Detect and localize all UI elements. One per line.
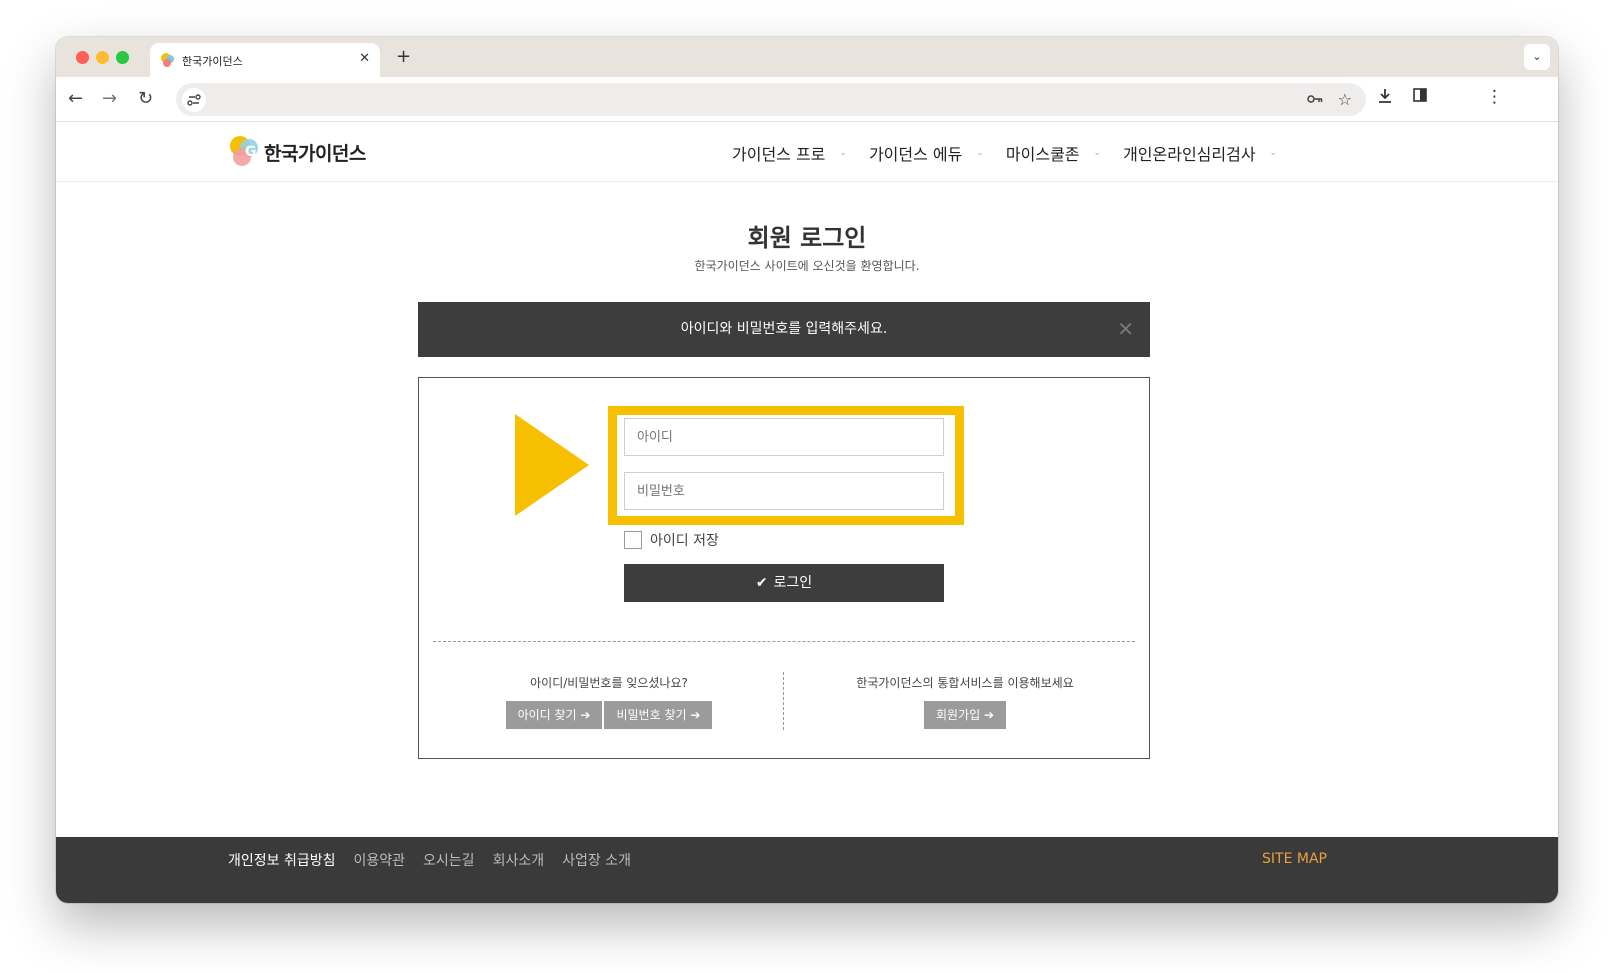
login-button[interactable]: ✔ 로그인: [624, 564, 944, 602]
remember-id-label: 아이디 저장: [650, 533, 719, 549]
menu-icon[interactable]: ⋮: [1486, 87, 1503, 107]
id-input[interactable]: [624, 418, 944, 456]
page-title: 회원 로그인: [747, 224, 867, 252]
find-account-section: 아이디/비밀번호를 잊으셨나요? 아이디 찾기 ➔ 비밀번호 찾기 ➔: [419, 674, 799, 729]
login-form: 아이디 저장 ✔ 로그인 아이디/비밀번호를 잊으셨나요? 아이디 찾기 ➔비밀번…: [418, 377, 1150, 759]
browser-toolbar: ← → ↻ ☆ ⋮: [56, 77, 1558, 122]
nav-item-online-test[interactable]: 개인온라인심리검사 ⌄: [1123, 141, 1277, 165]
address-bar[interactable]: ☆: [176, 83, 1366, 116]
browser-window: 한국가이던스 ✕ + ⌄ ← → ↻ ☆ ⋮ G 한국가이던스 가이던스 프로 …: [56, 37, 1558, 903]
find-password-button[interactable]: 비밀번호 찾기 ➔: [604, 701, 713, 729]
site-header: G 한국가이던스 가이던스 프로 ⌄ 가이던스 에듀 ⌄ 마이스쿨존 ⌄ 개인온…: [56, 122, 1558, 182]
chevron-down-icon: ⌄: [1093, 148, 1102, 158]
close-window-button[interactable]: [76, 51, 89, 64]
tab-search-dropdown[interactable]: ⌄: [1524, 44, 1550, 70]
alert-banner: 아이디와 비밀번호를 입력해주세요. ✕: [418, 302, 1150, 357]
main-nav: 가이던스 프로 ⌄ 가이던스 에듀 ⌄ 마이스쿨존 ⌄ 개인온라인심리검사 ⌄: [732, 141, 1277, 165]
chevron-down-icon: ⌄: [1269, 148, 1278, 158]
site-logo[interactable]: G 한국가이던스: [228, 134, 366, 168]
divider: [433, 641, 1135, 642]
page-subtitle: 한국가이던스 사이트에 오신것을 환영합니다.: [694, 259, 920, 273]
download-icon[interactable]: [1376, 87, 1394, 110]
join-section: 한국가이던스의 통합서비스를 이용해보세요 회원가입 ➔: [779, 674, 1151, 729]
tab-title: 한국가이던스: [182, 55, 243, 68]
new-tab-button[interactable]: +: [396, 46, 411, 67]
find-id-button[interactable]: 아이디 찾기 ➔: [505, 701, 603, 729]
remember-id-checkbox[interactable]: [624, 531, 642, 549]
join-button[interactable]: 회원가입 ➔: [923, 701, 1007, 729]
nav-item-label: 가이던스 프로: [732, 145, 826, 164]
tab-close-icon[interactable]: ✕: [359, 51, 370, 66]
nav-item-label: 가이던스 에듀: [868, 145, 963, 164]
chevron-down-icon: ⌄: [839, 148, 847, 158]
browser-tab[interactable]: 한국가이던스 ✕: [150, 43, 380, 77]
star-icon[interactable]: ☆: [1338, 90, 1352, 109]
site-footer: 개인정보 취급방침 이용약관 오시는길 회사소개 사업장 소개 SITE MAP: [56, 837, 1558, 903]
close-icon[interactable]: ✕: [1117, 302, 1134, 357]
remember-id[interactable]: 아이디 저장: [624, 530, 719, 550]
logo-icon: G: [230, 136, 258, 166]
password-input[interactable]: [624, 472, 944, 510]
nav-item-guidance-edu[interactable]: 가이던스 에듀 ⌄: [869, 141, 984, 165]
page: G 한국가이던스 가이던스 프로 ⌄ 가이던스 에듀 ⌄ 마이스쿨존 ⌄ 개인온…: [56, 122, 1558, 903]
nav-item-label: 개인온라인심리검사: [1123, 145, 1256, 164]
site-favicon-icon: [161, 53, 174, 67]
forgot-text: 아이디/비밀번호를 잊으셨나요?: [530, 676, 688, 690]
nav-item-label: 마이스쿨존: [1005, 145, 1080, 164]
minimize-window-button[interactable]: [96, 51, 109, 64]
tab-strip: 한국가이던스 ✕ + ⌄: [56, 37, 1558, 77]
forward-arrow-icon[interactable]: →: [102, 88, 117, 109]
footer-link-terms[interactable]: 이용약관: [354, 850, 406, 870]
maximize-window-button[interactable]: [116, 51, 129, 64]
key-icon[interactable]: [1306, 90, 1324, 112]
check-icon: ✔: [755, 575, 768, 591]
nav-item-myschoolzone[interactable]: 마이스쿨존 ⌄: [1006, 141, 1101, 165]
footer-links: 개인정보 취급방침 이용약관 오시는길 회사소개 사업장 소개: [228, 850, 631, 870]
logo-text: 한국가이던스: [264, 143, 366, 165]
reload-icon[interactable]: ↻: [138, 88, 153, 109]
footer-link-directions[interactable]: 오시는길: [423, 850, 475, 870]
annotation-arrow-icon: [515, 414, 589, 516]
footer-link-privacy[interactable]: 개인정보 취급방침: [228, 850, 336, 870]
back-arrow-icon[interactable]: ←: [68, 88, 83, 109]
login-button-label: 로그인: [773, 575, 813, 591]
svg-text:G: G: [245, 144, 257, 160]
sidebar-icon[interactable]: [1412, 87, 1428, 108]
footer-link-about[interactable]: 회사소개: [493, 850, 545, 870]
chevron-down-icon: ⌄: [976, 148, 984, 158]
nav-item-guidance-pro[interactable]: 가이던스 프로 ⌄: [732, 141, 847, 165]
footer-link-offices[interactable]: 사업장 소개: [562, 850, 631, 870]
site-info-icon[interactable]: [182, 88, 206, 112]
alert-text: 아이디와 비밀번호를 입력해주세요.: [680, 321, 888, 337]
join-text: 한국가이던스의 통합서비스를 이용해보세요: [856, 676, 1074, 690]
sitemap-link[interactable]: SITE MAP: [1262, 851, 1327, 867]
